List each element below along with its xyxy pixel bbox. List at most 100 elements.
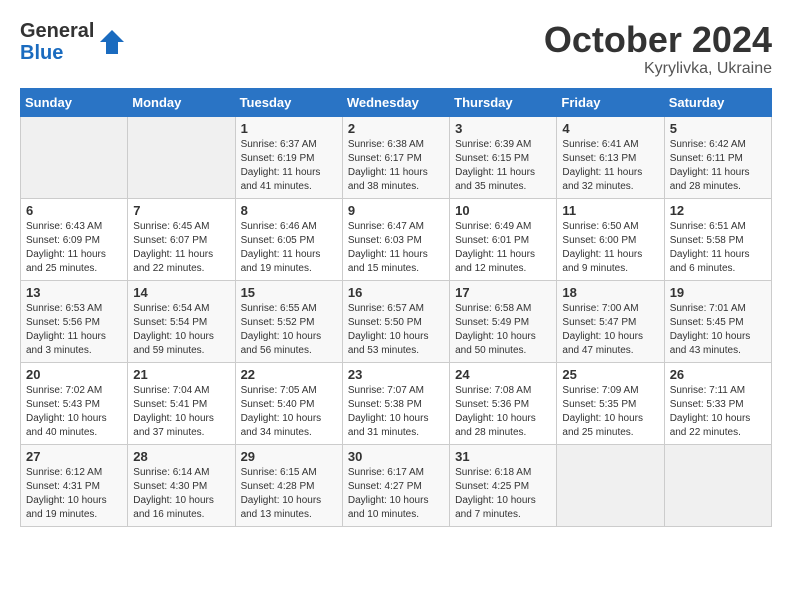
calendar-cell: 19Sunrise: 7:01 AM Sunset: 5:45 PM Dayli… [664, 280, 771, 362]
calendar-header-row: SundayMondayTuesdayWednesdayThursdayFrid… [21, 88, 772, 116]
day-number: 20 [26, 367, 122, 382]
cell-content: Sunrise: 7:00 AM Sunset: 5:47 PM Dayligh… [562, 302, 658, 358]
calendar-cell: 31 Sunrise: 6:18 AM Sunset: 4:25 PM Dayli… [450, 444, 557, 526]
day-number: 18 [562, 285, 658, 300]
cell-content: Sunrise: 7:07 AM Sunset: 5:38 PM Dayligh… [348, 384, 444, 440]
calendar-cell [557, 444, 664, 526]
cell-content: Sunrise: 6:38 AM Sunset: 6:17 PM Dayligh… [348, 138, 444, 194]
cell-content: Sunrise: 6:46 AM Sunset: 6:05 PM Dayligh… [241, 220, 337, 276]
title-block: October 2024 Kyrylivka, Ukraine [544, 20, 772, 78]
cell-content: Sunrise: 6:15 AM Sunset: 4:28 PM Dayligh… [241, 466, 337, 522]
day-number: 8 [241, 203, 337, 218]
cell-content: Sunrise: 7:02 AM Sunset: 5:43 PM Dayligh… [26, 384, 122, 440]
day-number: 15 [241, 285, 337, 300]
day-number: 2 [348, 121, 444, 136]
calendar-cell: 8 Sunrise: 6:46 AM Sunset: 6:05 PM Daylig… [235, 198, 342, 280]
day-number: 3 [455, 121, 551, 136]
calendar-cell: 30Sunrise: 6:17 AM Sunset: 4:27 PM Dayli… [342, 444, 449, 526]
calendar-cell [664, 444, 771, 526]
calendar-cell: 15 Sunrise: 6:55 AM Sunset: 5:52 PM Dayli… [235, 280, 342, 362]
day-number: 1 [241, 121, 337, 136]
calendar-cell: 5 Sunrise: 6:42 AM Sunset: 6:11 PM Daylig… [664, 116, 771, 198]
day-number: 13 [26, 285, 122, 300]
calendar-table: SundayMondayTuesdayWednesdayThursdayFrid… [20, 88, 772, 527]
day-header-tuesday: Tuesday [235, 88, 342, 116]
day-number: 17 [455, 285, 551, 300]
cell-content: Sunrise: 6:39 AM Sunset: 6:15 PM Dayligh… [455, 138, 551, 194]
day-header-wednesday: Wednesday [342, 88, 449, 116]
day-number: 14 [133, 285, 229, 300]
day-number: 16 [348, 285, 444, 300]
cell-content: Sunrise: 6:45 AM Sunset: 6:07 PM Dayligh… [133, 220, 229, 276]
page-header: General Blue October 2024 Kyrylivka, Ukr… [20, 20, 772, 78]
calendar-cell: 22Sunrise: 7:05 AM Sunset: 5:40 PM Dayli… [235, 362, 342, 444]
calendar-cell [128, 116, 235, 198]
logo-blue: Blue [20, 42, 94, 64]
cell-content: Sunrise: 6:51 AM Sunset: 5:58 PM Dayligh… [670, 220, 766, 276]
calendar-cell: 27 Sunrise: 6:12 AM Sunset: 4:31 PM Dayli… [21, 444, 128, 526]
cell-content: Sunrise: 6:47 AM Sunset: 6:03 PM Dayligh… [348, 220, 444, 276]
day-number: 11 [562, 203, 658, 218]
cell-content: Sunrise: 7:05 AM Sunset: 5:40 PM Dayligh… [241, 384, 337, 440]
calendar-week-4: 20 Sunrise: 7:02 AM Sunset: 5:43 PM Dayli… [21, 362, 772, 444]
calendar-cell: 28 Sunrise: 6:14 AM Sunset: 4:30 PM Dayli… [128, 444, 235, 526]
cell-content: Sunrise: 6:14 AM Sunset: 4:30 PM Dayligh… [133, 466, 229, 522]
calendar-cell: 21 Sunrise: 7:04 AM Sunset: 5:41 PM Dayli… [128, 362, 235, 444]
calendar-cell: 17Sunrise: 6:58 AM Sunset: 5:49 PM Dayli… [450, 280, 557, 362]
calendar-cell: 20 Sunrise: 7:02 AM Sunset: 5:43 PM Dayli… [21, 362, 128, 444]
cell-content: Sunrise: 6:17 AM Sunset: 4:27 PM Dayligh… [348, 466, 444, 522]
cell-content: Sunrise: 6:49 AM Sunset: 6:01 PM Dayligh… [455, 220, 551, 276]
day-number: 26 [670, 367, 766, 382]
day-number: 19 [670, 285, 766, 300]
calendar-week-5: 27 Sunrise: 6:12 AM Sunset: 4:31 PM Dayli… [21, 444, 772, 526]
day-number: 6 [26, 203, 122, 218]
calendar-cell: 13 Sunrise: 6:53 AM Sunset: 5:56 PM Dayli… [21, 280, 128, 362]
cell-content: Sunrise: 6:53 AM Sunset: 5:56 PM Dayligh… [26, 302, 122, 358]
cell-content: Sunrise: 6:54 AM Sunset: 5:54 PM Dayligh… [133, 302, 229, 358]
calendar-cell: 7Sunrise: 6:45 AM Sunset: 6:07 PM Daylig… [128, 198, 235, 280]
calendar-cell: 10 Sunrise: 6:49 AM Sunset: 6:01 PM Dayli… [450, 198, 557, 280]
calendar-cell: 3 Sunrise: 6:39 AM Sunset: 6:15 PM Daylig… [450, 116, 557, 198]
cell-content: Sunrise: 6:12 AM Sunset: 4:31 PM Dayligh… [26, 466, 122, 522]
day-header-sunday: Sunday [21, 88, 128, 116]
day-number: 12 [670, 203, 766, 218]
calendar-cell: 12 Sunrise: 6:51 AM Sunset: 5:58 PM Dayli… [664, 198, 771, 280]
day-number: 9 [348, 203, 444, 218]
cell-content: Sunrise: 7:04 AM Sunset: 5:41 PM Dayligh… [133, 384, 229, 440]
cell-content: Sunrise: 6:55 AM Sunset: 5:52 PM Dayligh… [241, 302, 337, 358]
calendar-cell: 23Sunrise: 7:07 AM Sunset: 5:38 PM Dayli… [342, 362, 449, 444]
day-number: 21 [133, 367, 229, 382]
logo-icon [98, 28, 126, 56]
calendar-cell: 6Sunrise: 6:43 AM Sunset: 6:09 PM Daylig… [21, 198, 128, 280]
cell-content: Sunrise: 6:57 AM Sunset: 5:50 PM Dayligh… [348, 302, 444, 358]
calendar-cell: 11 Sunrise: 6:50 AM Sunset: 6:00 PM Dayli… [557, 198, 664, 280]
month-title: October 2024 [544, 20, 772, 60]
calendar-cell: 25 Sunrise: 7:09 AM Sunset: 5:35 PM Dayli… [557, 362, 664, 444]
day-number: 24 [455, 367, 551, 382]
day-header-thursday: Thursday [450, 88, 557, 116]
calendar-cell: 26Sunrise: 7:11 AM Sunset: 5:33 PM Dayli… [664, 362, 771, 444]
calendar-cell: 14 Sunrise: 6:54 AM Sunset: 5:54 PM Dayli… [128, 280, 235, 362]
day-number: 29 [241, 449, 337, 464]
cell-content: Sunrise: 7:08 AM Sunset: 5:36 PM Dayligh… [455, 384, 551, 440]
calendar-cell: 24 Sunrise: 7:08 AM Sunset: 5:36 PM Dayli… [450, 362, 557, 444]
day-number: 27 [26, 449, 122, 464]
cell-content: Sunrise: 7:09 AM Sunset: 5:35 PM Dayligh… [562, 384, 658, 440]
logo-general: General [20, 20, 94, 42]
day-number: 10 [455, 203, 551, 218]
cell-content: Sunrise: 6:18 AM Sunset: 4:25 PM Dayligh… [455, 466, 551, 522]
calendar-week-3: 13 Sunrise: 6:53 AM Sunset: 5:56 PM Dayli… [21, 280, 772, 362]
cell-content: Sunrise: 6:42 AM Sunset: 6:11 PM Dayligh… [670, 138, 766, 194]
day-number: 25 [562, 367, 658, 382]
calendar-week-2: 6Sunrise: 6:43 AM Sunset: 6:09 PM Daylig… [21, 198, 772, 280]
calendar-cell: 1Sunrise: 6:37 AM Sunset: 6:19 PM Daylig… [235, 116, 342, 198]
day-number: 4 [562, 121, 658, 136]
cell-content: Sunrise: 6:50 AM Sunset: 6:00 PM Dayligh… [562, 220, 658, 276]
calendar-cell: 29 Sunrise: 6:15 AM Sunset: 4:28 PM Dayli… [235, 444, 342, 526]
calendar-cell: 18 Sunrise: 7:00 AM Sunset: 5:47 PM Dayli… [557, 280, 664, 362]
calendar-cell: 16 Sunrise: 6:57 AM Sunset: 5:50 PM Dayli… [342, 280, 449, 362]
day-number: 5 [670, 121, 766, 136]
calendar-cell: 2 Sunrise: 6:38 AM Sunset: 6:17 PM Daylig… [342, 116, 449, 198]
day-number: 28 [133, 449, 229, 464]
day-number: 31 [455, 449, 551, 464]
